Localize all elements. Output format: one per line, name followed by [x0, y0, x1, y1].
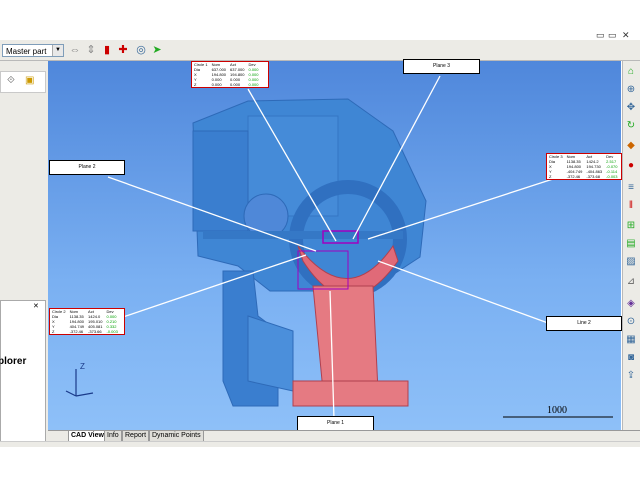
- cell: -0.003: [606, 174, 618, 179]
- cell: 0.000: [230, 82, 241, 87]
- cell: Z: [194, 82, 197, 87]
- cell: 0.000: [248, 82, 259, 87]
- circle2-table: Circle 2 Nom Act Dev Dia 1138.35 1424.0 0.000 …: [49, 308, 125, 335]
- cell: -372.46: [566, 174, 581, 179]
- filter-icon[interactable]: ▨: [625, 256, 637, 268]
- cell: -373.68: [586, 174, 600, 179]
- layers-icon[interactable]: ▤: [625, 238, 637, 250]
- color-icon[interactable]: ●: [625, 160, 637, 172]
- tool-icon[interactable]: ⟐: [7, 75, 15, 86]
- cursor-icon[interactable]: ➤: [150, 43, 164, 57]
- close-icon[interactable]: ✕: [33, 302, 39, 310]
- section-icon[interactable]: ⊿: [625, 276, 637, 288]
- chevron-down-icon[interactable]: ▼: [52, 45, 63, 56]
- view-icon[interactable]: ⌂: [625, 66, 637, 78]
- cad-model: Z: [65, 75, 613, 420]
- status-bar: [0, 441, 640, 447]
- cell: Z: [549, 174, 552, 179]
- align-icon[interactable]: ≡: [625, 182, 637, 194]
- cell: 0.000: [211, 82, 222, 87]
- inspect-icon[interactable]: ⊙: [625, 316, 637, 328]
- zoom-icon[interactable]: ⊕: [625, 84, 637, 96]
- circle1-table: Circle 1 Nom Act Dev Dia 637.000 637.000 0.000…: [191, 61, 269, 88]
- circle3-table: Circle 3 Nom Act Dev Dia 1138.35 1424.2 2.517 …: [546, 153, 622, 180]
- rotate-icon[interactable]: ↻: [625, 120, 637, 132]
- restore-icon[interactable]: ▭: [608, 30, 617, 41]
- grid-icon[interactable]: ⊞: [625, 220, 637, 232]
- cell: -0.003: [106, 329, 118, 334]
- cell: -372.46: [69, 329, 84, 334]
- align-icon[interactable]: ⇔: [68, 43, 82, 57]
- line2-label: Line 2: [546, 316, 622, 331]
- plane3-label: Plane 3: [403, 59, 480, 74]
- snap-icon[interactable]: ◈: [625, 298, 637, 310]
- camera-icon[interactable]: ◙: [625, 352, 637, 364]
- cell: Z: [52, 329, 55, 334]
- measure-icon[interactable]: ▮: [100, 43, 114, 57]
- shade-icon[interactable]: ◆: [625, 140, 637, 152]
- report-icon[interactable]: ▦: [625, 334, 637, 346]
- explorer-panel: [0, 300, 46, 442]
- transform-icon[interactable]: ⇕: [84, 43, 98, 57]
- minimize-icon[interactable]: ▭: [596, 30, 605, 41]
- zoom-icon[interactable]: ◎: [134, 43, 148, 57]
- part-select-dropdown[interactable]: Master part ▼: [2, 44, 64, 57]
- measure-icon[interactable]: ‖: [625, 200, 637, 212]
- left-panel-toolbar: ⟐ ▣: [0, 71, 46, 93]
- probe-icon[interactable]: ✚: [116, 43, 130, 57]
- folder-icon[interactable]: ▣: [25, 75, 34, 86]
- explorer-title: plorer: [0, 356, 27, 367]
- scale-bar-label: 1000: [547, 405, 567, 416]
- cad-viewport[interactable]: Z: [48, 61, 621, 430]
- plane1-label: Plane 1: [297, 416, 374, 431]
- export-icon[interactable]: ⇪: [625, 370, 637, 382]
- svg-text:Z: Z: [80, 362, 85, 371]
- pan-icon[interactable]: ✥: [625, 102, 637, 114]
- close-icon[interactable]: ✕: [622, 30, 630, 41]
- plane2-label: Plane 2: [49, 160, 125, 175]
- part-select-value: Master part: [6, 47, 47, 56]
- cell: -373.66: [88, 329, 102, 334]
